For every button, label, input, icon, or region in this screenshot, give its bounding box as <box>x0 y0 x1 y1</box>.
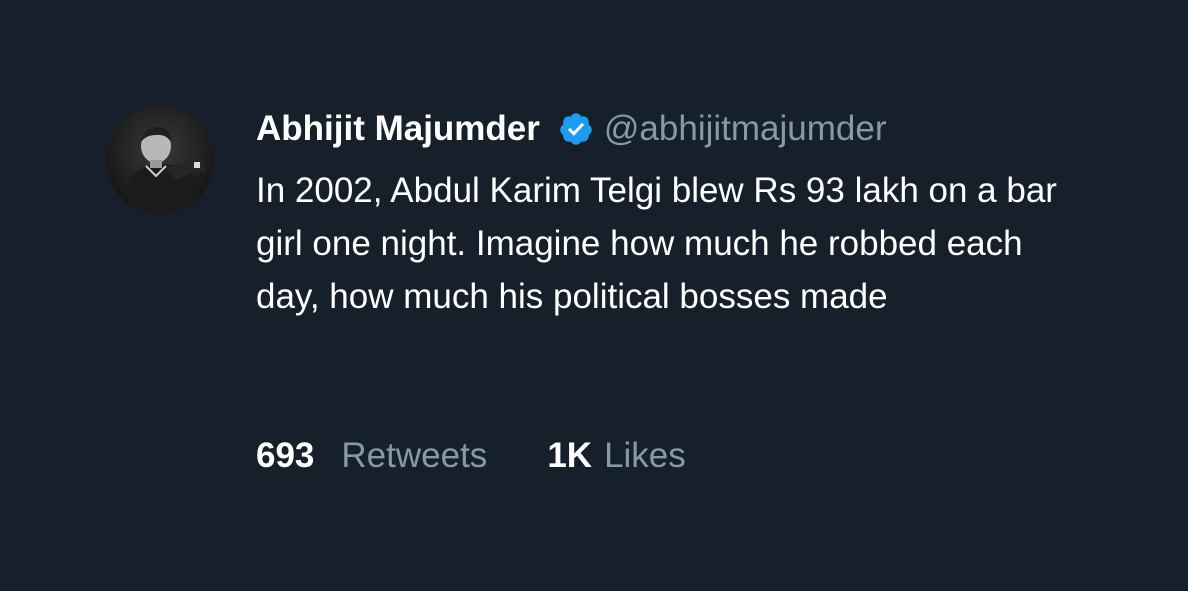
retweets-count[interactable]: 693 <box>256 436 314 476</box>
verified-badge-icon <box>558 111 594 147</box>
tweet-content: Abhijit Majumder @abhijitmajumder In 200… <box>256 106 1116 323</box>
tweet-text: In 2002, Abdul Karim Telgi blew Rs 93 la… <box>256 171 1057 316</box>
avatar[interactable] <box>106 106 214 214</box>
tweet-card: Abhijit Majumder @abhijitmajumder In 200… <box>0 0 1188 591</box>
tweet-stats: 693 Retweets 1K Likes <box>256 436 686 476</box>
likes-label[interactable]: Likes <box>604 436 686 476</box>
author-handle[interactable]: @abhijitmajumder <box>604 109 887 149</box>
author-display-name[interactable]: Abhijit Majumder <box>256 109 540 149</box>
tweet-header: Abhijit Majumder @abhijitmajumder <box>256 106 1116 152</box>
avatar-photo <box>106 106 214 214</box>
retweets-label[interactable]: Retweets <box>341 436 487 476</box>
likes-count[interactable]: 1K <box>547 436 592 476</box>
